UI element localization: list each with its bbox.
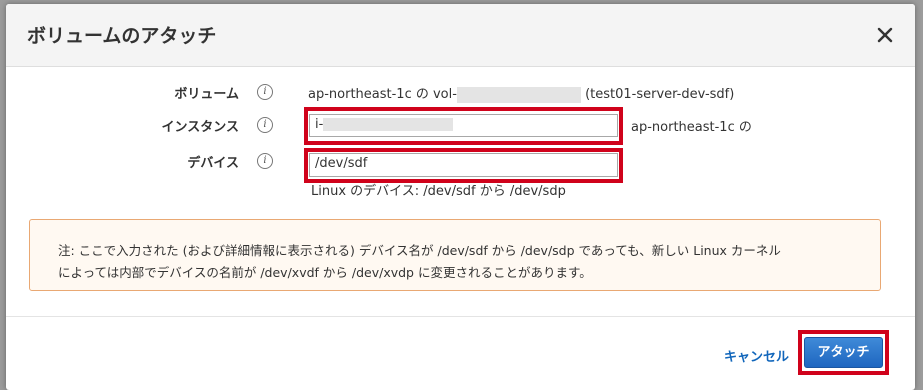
dialog-title: ボリュームのアタッチ bbox=[27, 25, 217, 47]
note-line-1: 注: ここで入力された (および詳細情報に表示される) デバイス名が /dev/… bbox=[58, 243, 781, 258]
attach-volume-dialog: ボリュームのアタッチ ボリューム i ap-northeast-1c の vol… bbox=[6, 4, 915, 390]
device-label: デバイス bbox=[187, 156, 239, 171]
device-hint: Linux のデバイス: /dev/sdf から /dev/sdp bbox=[311, 184, 566, 199]
redacted-instance-id bbox=[323, 118, 454, 131]
volume-value: ap-northeast-1c の vol- (test01-server-de… bbox=[308, 83, 734, 103]
instance-az-text: ap-northeast-1c の bbox=[631, 120, 752, 135]
attach-button[interactable]: アタッチ bbox=[804, 337, 883, 368]
instance-input-value: i- bbox=[315, 117, 324, 132]
footer-divider bbox=[6, 316, 915, 317]
instance-input[interactable]: i- bbox=[309, 114, 618, 137]
instance-label: インスタンス bbox=[161, 120, 239, 135]
info-icon[interactable]: i bbox=[257, 117, 273, 133]
close-icon[interactable] bbox=[874, 24, 896, 46]
volume-value-suffix: (test01-server-dev-sdf) bbox=[585, 87, 735, 102]
info-icon[interactable]: i bbox=[257, 84, 273, 100]
volume-value-prefix: ap-northeast-1c の vol- bbox=[308, 87, 457, 102]
redacted-volume-id bbox=[456, 86, 581, 103]
info-icon[interactable]: i bbox=[257, 153, 273, 169]
dialog-header: ボリュームのアタッチ bbox=[6, 4, 915, 67]
device-input[interactable]: /dev/sdf bbox=[309, 153, 618, 177]
volume-label: ボリューム bbox=[174, 87, 239, 102]
note-box: 注: ここで入力された (および詳細情報に表示される) デバイス名が /dev/… bbox=[29, 219, 881, 291]
note-line-2: によっては内部でデバイスの名前が /dev/xvdf から /dev/xvdp … bbox=[58, 265, 592, 280]
cancel-button[interactable]: キャンセル bbox=[724, 346, 789, 365]
